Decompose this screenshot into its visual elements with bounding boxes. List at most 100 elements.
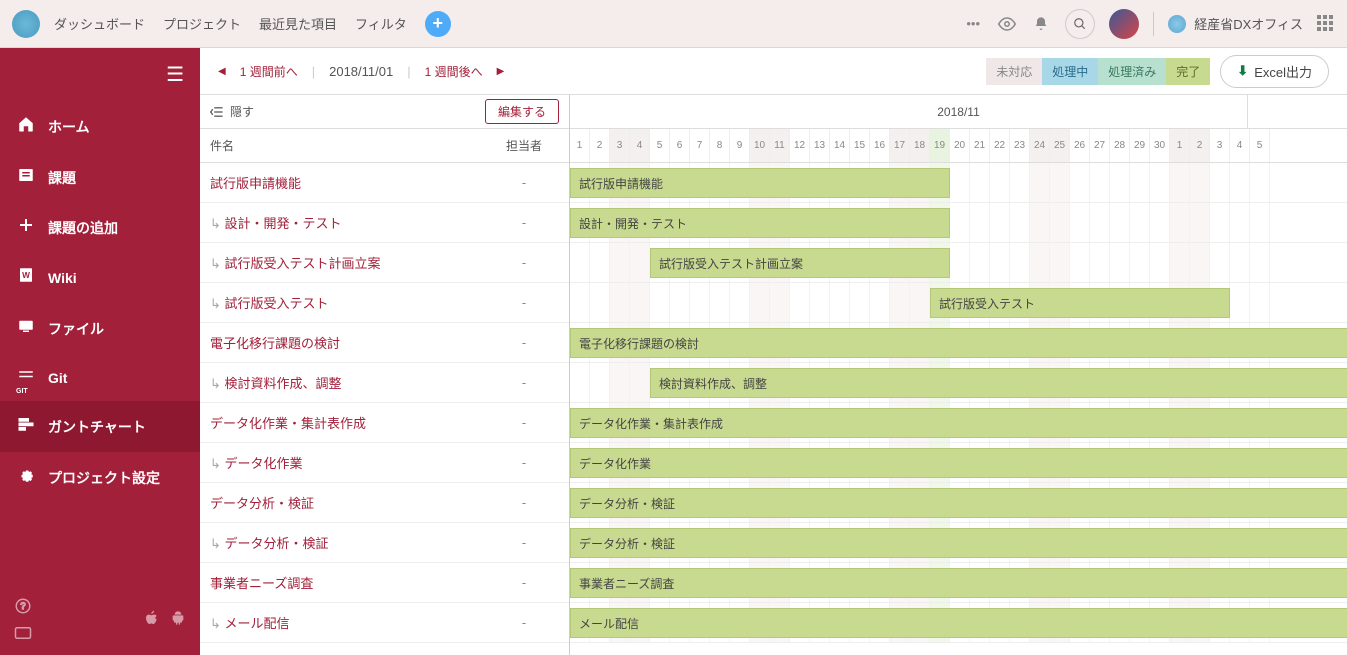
task-name-link[interactable]: 試行版申請機能 [210,173,489,192]
keyboard-icon[interactable] [14,626,32,643]
gantt-bar[interactable]: データ化作業 [570,448,1347,478]
day-cell: 12 [790,129,810,162]
gantt-bar[interactable]: 設計・開発・テスト [570,208,950,238]
sidebar-footer: ? [0,585,200,655]
gantt-row: メール配信 [570,603,1347,643]
day-cell: 2 [590,129,610,162]
task-name-link[interactable]: データ分析・検証 [210,493,489,512]
task-row: データ化作業・集計表作成- [200,403,569,443]
task-assignee: - [489,215,559,230]
sidebar-item-issues[interactable]: 課題 [0,152,200,203]
gantt-row: データ分析・検証 [570,483,1347,523]
gantt-bar[interactable]: データ分析・検証 [570,528,1347,558]
task-list: 試行版申請機能-設計・開発・テスト-試行版受入テスト計画立案-試行版受入テスト-… [200,163,569,643]
day-cell: 2 [1190,129,1210,162]
prev-week-link[interactable]: 1 週間前へ [240,63,298,80]
nav-project[interactable]: プロジェクト [163,14,241,33]
nav-dashboard[interactable]: ダッシュボード [54,14,145,33]
menu-toggle-icon[interactable]: ☰ [150,48,200,101]
hide-button[interactable]: 隠す [210,103,254,120]
arrow-right-icon[interactable]: ▶ [497,66,505,77]
day-cell: 23 [1010,129,1030,162]
excel-export-button[interactable]: ⬇ Excel出力 [1220,55,1329,88]
task-name-link[interactable]: メール配信 [210,613,489,632]
user-avatar[interactable] [1109,9,1139,39]
app-logo[interactable] [12,10,40,38]
separator: | [312,64,315,79]
sidebar-item-file[interactable]: ファイル [0,303,200,354]
git-icon: GIT [16,368,36,387]
top-nav: ダッシュボード プロジェクト 最近見た項目 フィルタ [54,14,407,33]
more-icon[interactable]: ••• [963,14,983,34]
gantt-right-pane: 2018/11 12345678910111213141516171819202… [570,95,1347,655]
task-row: 事業者ニーズ調査- [200,563,569,603]
separator: | [407,64,410,79]
apps-icon[interactable] [1317,15,1335,33]
task-name-link[interactable]: 電子化移行課題の検討 [210,333,489,352]
sidebar-item-gantt[interactable]: ガントチャート [0,401,200,452]
day-cell: 14 [830,129,850,162]
task-name-link[interactable]: データ化作業・集計表作成 [210,413,489,432]
task-row: 試行版申請機能- [200,163,569,203]
gantt-bar[interactable]: 試行版申請機能 [570,168,950,198]
bell-icon[interactable] [1031,14,1051,34]
task-assignee: - [489,535,559,550]
task-name-link[interactable]: 試行版受入テスト [210,293,489,312]
gantt-bar[interactable]: データ分析・検証 [570,488,1347,518]
gantt-bar[interactable]: 試行版受入テスト [930,288,1230,318]
sidebar-item-add-issue[interactable]: 課題の追加 [0,203,200,252]
day-cell: 25 [1050,129,1070,162]
task-row: データ分析・検証- [200,523,569,563]
task-row: データ化作業- [200,443,569,483]
arrow-left-icon[interactable]: ◀ [218,66,226,77]
task-name-link[interactable]: データ化作業 [210,453,489,472]
column-header-name: 件名 [210,137,489,154]
task-name-link[interactable]: 試行版受入テスト計画立案 [210,253,489,272]
project-selector[interactable]: 経産省DXオフィス [1168,14,1303,33]
sidebar-item-wiki[interactable]: W Wiki [0,252,200,303]
project-icon [1168,15,1186,33]
sidebar-item-settings[interactable]: プロジェクト設定 [0,452,200,503]
task-name-link[interactable]: データ分析・検証 [210,533,489,552]
day-cell: 24 [1030,129,1050,162]
plus-icon [16,217,36,238]
edit-button[interactable]: 編集する [485,99,559,124]
gantt-bar[interactable]: 試行版受入テスト計画立案 [650,248,950,278]
search-button[interactable] [1065,9,1095,39]
day-cell: 17 [890,129,910,162]
task-name-link[interactable]: 設計・開発・テスト [210,213,489,232]
task-name-link[interactable]: 事業者ニーズ調査 [210,573,489,592]
add-button[interactable]: + [425,11,451,37]
top-header: ダッシュボード プロジェクト 最近見た項目 フィルタ + ••• 経産省DXオフ… [0,0,1347,48]
help-icon[interactable]: ? [14,597,32,618]
task-row: データ分析・検証- [200,483,569,523]
nav-recent[interactable]: 最近見た項目 [259,14,337,33]
sidebar-label: Git [48,370,67,386]
sidebar-item-git[interactable]: GIT Git [0,354,200,401]
status-chip: 完了 [1166,58,1210,85]
gantt-bar[interactable]: データ化作業・集計表作成 [570,408,1347,438]
gantt-bar[interactable]: 検討資料作成、調整 [650,368,1347,398]
task-name-link[interactable]: 検討資料作成、調整 [210,373,489,392]
day-cell: 21 [970,129,990,162]
day-cell: 4 [630,129,650,162]
gantt-icon [16,415,36,438]
android-icon[interactable] [170,609,186,632]
gantt-row: 試行版申請機能 [570,163,1347,203]
home-icon [16,115,36,138]
gantt-row: 試行版受入テスト [570,283,1347,323]
gantt-row: 検討資料作成、調整 [570,363,1347,403]
task-row: 電子化移行課題の検討- [200,323,569,363]
day-cell: 16 [870,129,890,162]
day-cell: 4 [1230,129,1250,162]
next-week-link[interactable]: 1 週間後へ [425,63,483,80]
watch-icon[interactable] [997,14,1017,34]
nav-filter[interactable]: フィルタ [355,14,407,33]
gantt-bar[interactable]: メール配信 [570,608,1347,638]
sidebar-item-home[interactable]: ホーム [0,101,200,152]
gantt-bar[interactable]: 事業者ニーズ調査 [570,568,1347,598]
task-assignee: - [489,175,559,190]
month-header: 2018/11 [570,95,1347,129]
gantt-bar[interactable]: 電子化移行課題の検討 [570,328,1347,358]
apple-icon[interactable] [144,609,160,632]
